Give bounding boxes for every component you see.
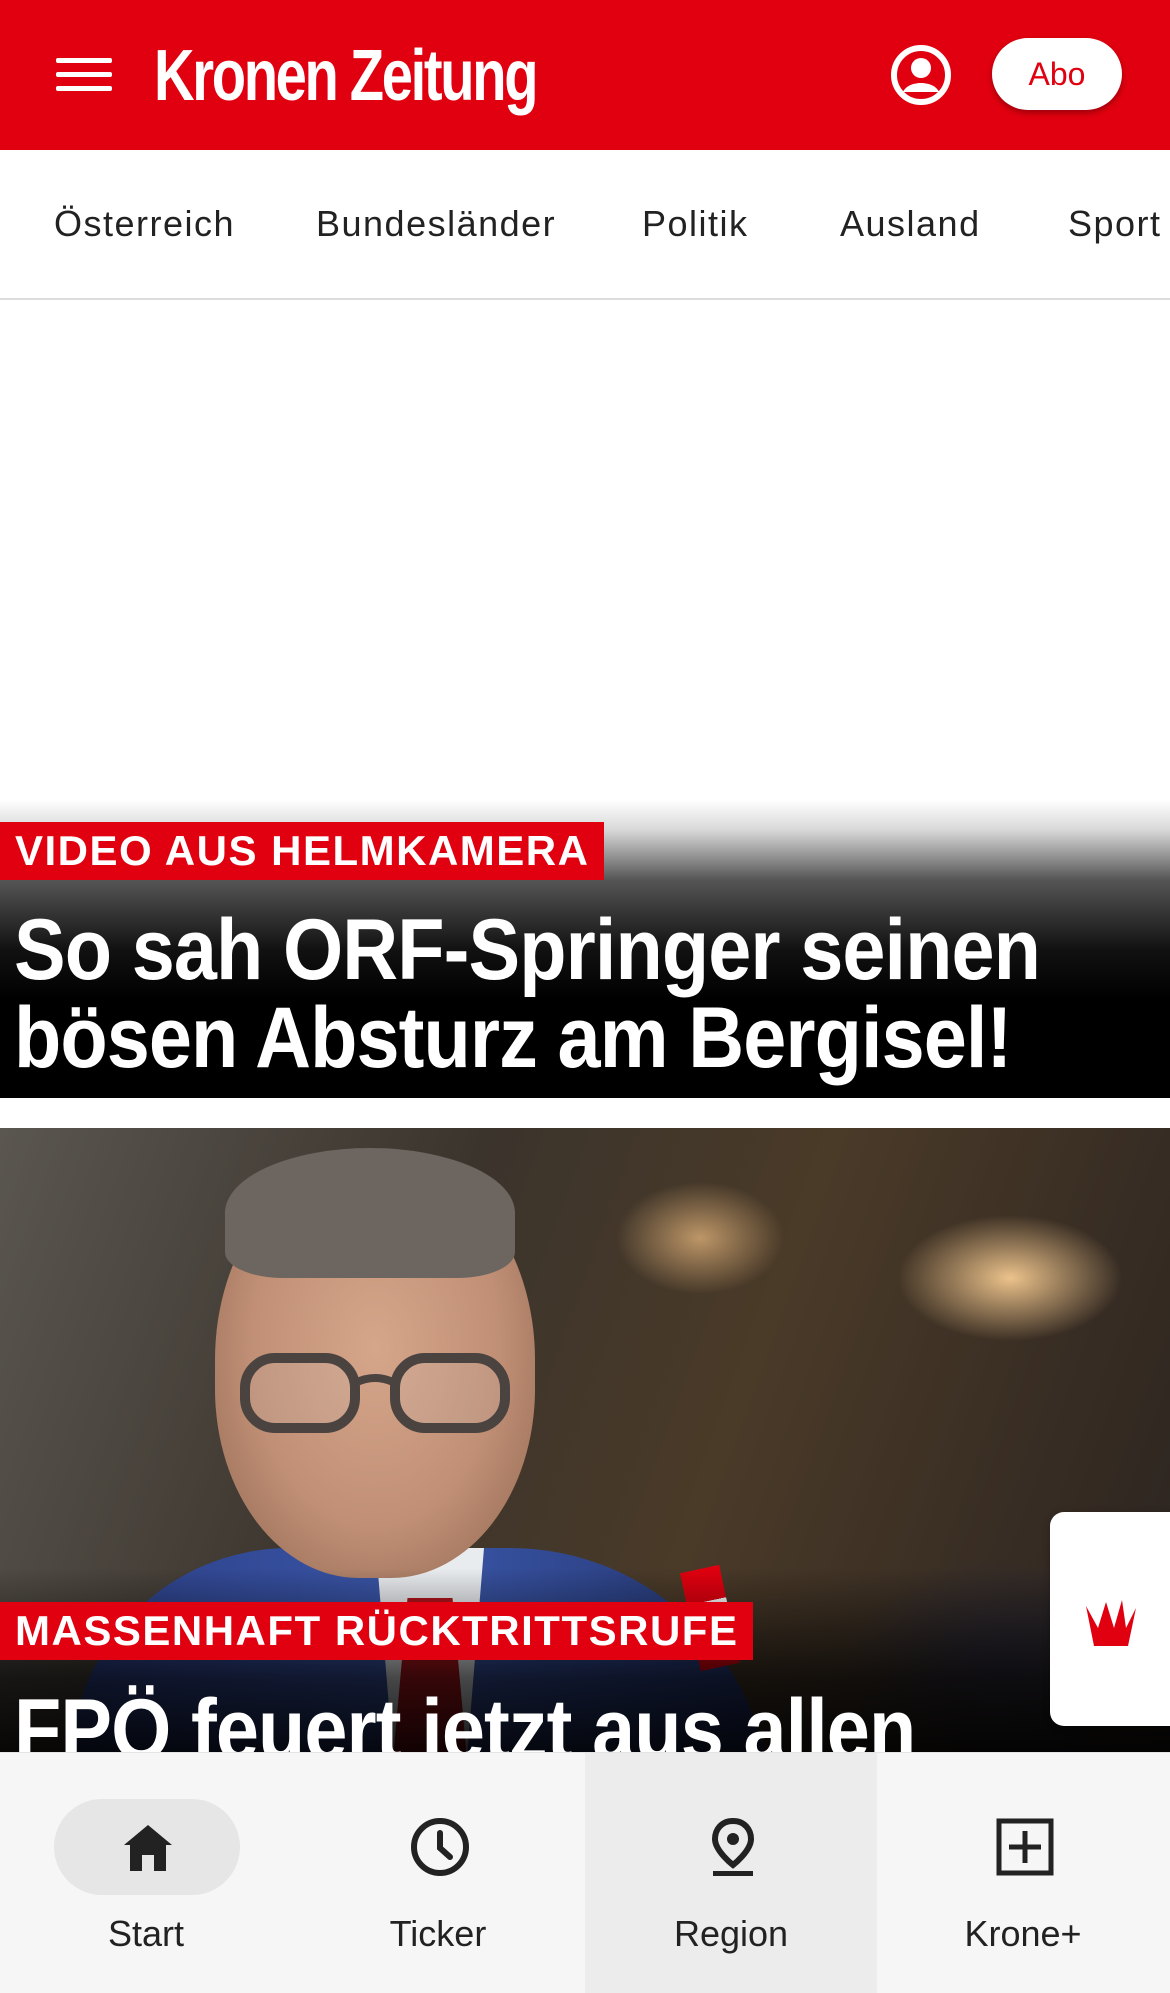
category-tab-sport[interactable]: Sport [1068,150,1162,298]
bottom-nav-label: Ticker [389,1913,487,1954]
teaser-photo-glasses [240,1353,510,1433]
teaser-photo-hair [225,1148,515,1278]
user-account-icon[interactable] [890,44,952,106]
krone-crown-icon [1086,1600,1136,1646]
category-tab-politik[interactable]: Politik [642,150,749,298]
teaser-headline-line-1: FPÖ feuert jetzt aus allen [14,1682,916,1752]
teaser-kicker: MASSENHAFT RÜCKTRITTSRUFE [0,1602,754,1660]
bottom-nav-label: Krone+ [964,1913,1082,1954]
bottom-nav-region[interactable]: Region [585,1753,877,1993]
home-icon [124,1825,172,1871]
krone-floating-tab[interactable] [1050,1512,1170,1726]
plus-box-icon [996,1818,1054,1876]
category-tab-ausland[interactable]: Ausland [840,150,981,298]
category-tab-bundeslaender[interactable]: Bundesländer [316,150,556,298]
app-header: Kronen Zeitung Abo [0,0,1170,150]
bottom-nav-label: Region [673,1913,789,1954]
bottom-navigation: Start Ticker Region Krone+ [0,1752,1170,1993]
ad-placeholder [0,300,1170,810]
teaser-headline-line-2: bösen Absturz am Bergisel! [14,990,1012,1086]
bottom-nav-label: Start [107,1913,185,1954]
brand-logo[interactable]: Kronen Zeitung [154,36,539,116]
bottom-nav-ticker[interactable]: Ticker [292,1753,584,1993]
category-tab-oesterreich[interactable]: Österreich [54,150,235,298]
article-teaser-2[interactable]: MASSENHAFT RÜCKTRITTSRUFE FPÖ feuert jet… [0,1128,1170,1752]
bottom-nav-start[interactable]: Start [0,1753,292,1993]
bottom-nav-krone-plus[interactable]: Krone+ [877,1753,1169,1993]
hamburger-menu-icon[interactable] [56,54,112,94]
abo-button[interactable]: Abo [992,38,1122,110]
teaser-kicker: VIDEO AUS HELMKAMERA [0,822,605,880]
clock-icon [411,1818,469,1876]
location-pin-icon [711,1817,755,1876]
article-teaser-1[interactable]: VIDEO AUS HELMKAMERA So sah ORF-Springer… [0,800,1170,1098]
category-nav: Österreich Bundesländer Politik Ausland … [0,150,1170,300]
teaser-headline-line-1: So sah ORF-Springer seinen [14,902,1041,998]
